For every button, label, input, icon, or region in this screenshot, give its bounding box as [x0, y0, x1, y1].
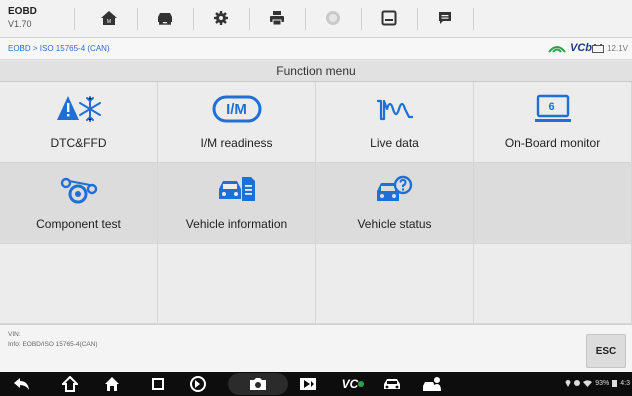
home-icon: M	[101, 11, 117, 25]
vehicle-info-icon	[218, 177, 255, 201]
back-button[interactable]	[10, 374, 34, 394]
menu-item-label: Vehicle status	[357, 217, 432, 231]
menu-item-label: Vehicle information	[185, 217, 288, 231]
vin-label: VIN:	[8, 331, 21, 338]
save-icon	[381, 10, 397, 26]
vci-label: VCb	[570, 42, 592, 54]
record-icon	[300, 378, 316, 390]
gear-icon	[214, 11, 228, 25]
vehicle-swap-button[interactable]	[137, 4, 193, 32]
menu-item-vehicle-information[interactable]: Vehicle information	[158, 163, 316, 244]
signal-icon	[548, 46, 566, 53]
vehicle-status-icon	[376, 175, 412, 201]
function-grid: DTC&FFD I/M I/M readiness Live data 6 On…	[0, 82, 632, 324]
battery-percent: 93%	[595, 379, 610, 387]
browser-icon	[190, 376, 206, 392]
app-name: EOBD	[8, 6, 37, 17]
menu-item-label: Component test	[36, 217, 121, 231]
menu-item-live-data[interactable]: Live data	[316, 82, 474, 163]
data-manager-button[interactable]	[417, 4, 473, 32]
im-icon-text: I/M	[226, 100, 247, 118]
info-bar: VIN: Info: EOBD/ISO 15765-4(CAN) ESC	[0, 324, 632, 372]
function-menu-title: Function menu	[0, 61, 632, 82]
monitor-icon-text: 6	[548, 101, 555, 113]
help-icon	[326, 11, 340, 25]
app-version: V1.70	[8, 19, 32, 29]
house-icon	[105, 377, 119, 391]
menu-item-im-readiness[interactable]: I/M I/M readiness	[158, 82, 316, 163]
dtc-snowflake-icon	[56, 96, 101, 122]
breadcrumb: EOBD > ISO 15765-4 (CAN)	[8, 44, 110, 53]
window-icon	[152, 378, 164, 390]
home-nav-button[interactable]	[58, 374, 82, 394]
screenshot-button[interactable]	[228, 373, 288, 395]
clock: 4:3	[620, 379, 630, 387]
app-home-button[interactable]	[100, 374, 124, 394]
vci-dot-icon	[358, 381, 365, 387]
battery-icon	[612, 380, 618, 387]
vci-nav-button[interactable]: VC	[336, 374, 370, 394]
menu-item-empty	[474, 244, 632, 324]
menu-item-empty	[0, 244, 158, 324]
location-icon	[565, 380, 571, 387]
screen-record-button[interactable]	[296, 374, 320, 394]
menu-item-label: I/M readiness	[200, 136, 273, 150]
live-data-wave-icon	[376, 99, 413, 121]
help-button[interactable]	[305, 4, 361, 32]
status-area: 93% 4:3	[565, 379, 630, 387]
car-nav-button[interactable]	[380, 374, 404, 394]
battery-voltage: 12.1V	[592, 44, 628, 53]
breadcrumb-bar: EOBD > ISO 15765-4 (CAN) VCb 12.1V	[0, 38, 632, 60]
back-arrow-icon	[14, 378, 29, 390]
toolbar-divider	[74, 8, 75, 30]
protocol-info: Info: EOBD/ISO 15765-4(CAN)	[8, 341, 98, 348]
camera-icon	[250, 378, 266, 390]
menu-item-empty	[316, 244, 474, 324]
bluetooth-icon	[574, 380, 581, 386]
wifi-icon	[583, 379, 593, 387]
home-up-icon	[62, 376, 78, 392]
top-toolbar: EOBD V1.70 M	[0, 0, 632, 38]
menu-item-empty	[474, 163, 632, 244]
car-battery-icon	[592, 44, 605, 53]
toolbar-divider	[473, 8, 474, 30]
technician-nav-button[interactable]	[420, 374, 444, 394]
component-test-icon	[60, 177, 97, 204]
menu-item-empty	[158, 244, 316, 324]
save-button[interactable]	[361, 4, 417, 32]
car-icon	[384, 379, 400, 389]
menu-item-vehicle-status[interactable]: Vehicle status	[316, 163, 474, 244]
svg-text:M: M	[107, 19, 111, 25]
menu-item-component-test[interactable]: Component test	[0, 163, 158, 244]
app-title: EOBD V1.70	[8, 6, 37, 30]
home-button[interactable]: M	[81, 4, 137, 32]
print-button[interactable]	[249, 4, 305, 32]
printer-icon	[270, 11, 284, 26]
esc-button[interactable]: ESC	[586, 334, 626, 368]
menu-item-label: On-Board monitor	[504, 136, 601, 150]
vci-status: VCb	[547, 42, 592, 54]
technician-icon	[423, 377, 441, 391]
vehicle-swap-icon	[158, 13, 172, 25]
voltage-value: 12.1V	[607, 44, 628, 53]
recent-apps-button[interactable]	[146, 374, 170, 394]
message-icon	[439, 12, 451, 24]
vci-nav-text: VC	[341, 377, 359, 391]
settings-button[interactable]	[193, 4, 249, 32]
menu-item-label: DTC&FFD	[50, 136, 107, 150]
menu-item-dtc-ffd[interactable]: DTC&FFD	[0, 82, 158, 163]
browser-button[interactable]	[186, 374, 210, 394]
menu-item-label: Live data	[370, 136, 419, 150]
system-navbar: VC 93% 4:3	[0, 372, 632, 396]
menu-item-onboard-monitor[interactable]: 6 On-Board monitor	[474, 82, 632, 163]
